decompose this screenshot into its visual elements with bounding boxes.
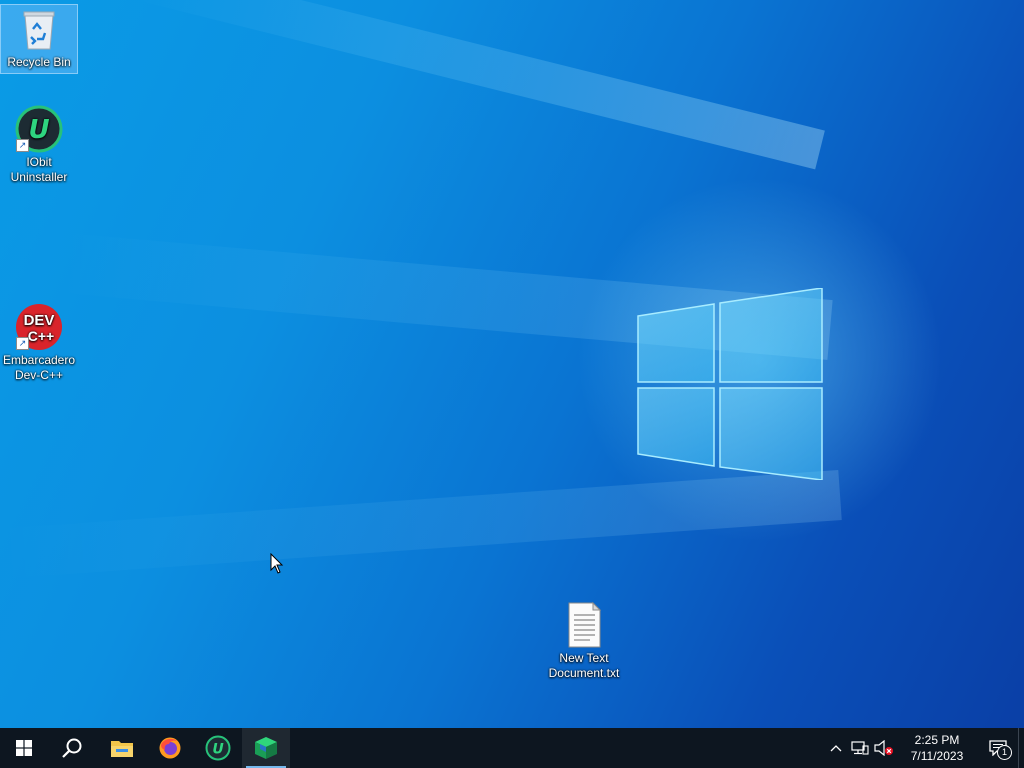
windows-start-icon — [16, 740, 32, 756]
desktop-icon-label: Recycle Bin — [7, 55, 71, 69]
taskbar-iobit-uninstaller[interactable]: U — [194, 728, 242, 768]
desktop-icon-label: New Text Document.txt — [548, 651, 620, 680]
iobit-uninstaller-icon: U ↗ — [15, 105, 63, 153]
taskbar: U 2:25 PM 7/11/2023 1 — [0, 728, 1024, 768]
recycle-bin-icon — [15, 5, 63, 53]
start-button[interactable] — [0, 728, 48, 768]
network-icon — [851, 741, 869, 755]
windows-logo-wallpaper — [637, 288, 823, 480]
mouse-cursor-icon — [270, 553, 284, 574]
network-button[interactable] — [848, 728, 872, 768]
desktop-icon-recycle-bin[interactable]: Recycle Bin — [0, 4, 78, 74]
chevron-up-icon — [830, 745, 842, 752]
desktop-icon-dev-cpp[interactable]: DEV C++ ↗ Embarcadero Dev-C++ — [1, 303, 77, 383]
action-center-button[interactable]: 1 — [978, 728, 1018, 768]
clock-time: 2:25 PM — [914, 733, 960, 747]
search-icon — [62, 738, 82, 758]
desktop-icon-new-text-document[interactable]: New Text Document.txt — [546, 601, 622, 681]
shortcut-arrow-icon: ↗ — [16, 139, 29, 152]
desktop-icon-iobit-uninstaller[interactable]: U ↗ IObit Uninstaller — [1, 105, 77, 185]
desktop-icon-label: IObit Uninstaller — [10, 155, 68, 184]
green-cube-icon — [255, 737, 277, 759]
notification-count-badge: 1 — [997, 745, 1012, 760]
volume-muted-icon — [874, 740, 893, 756]
wallpaper-light-beam — [0, 470, 842, 579]
firefox-icon — [159, 737, 181, 759]
clock-date: 7/11/2023 — [910, 749, 964, 763]
volume-button[interactable] — [872, 728, 896, 768]
taskbar-app-cube[interactable] — [242, 728, 290, 768]
text-document-icon — [560, 601, 608, 649]
svg-text:DEV: DEV — [24, 312, 55, 329]
wallpaper-light-beam — [135, 0, 825, 170]
search-button[interactable] — [48, 728, 96, 768]
clock[interactable]: 2:25 PM 7/11/2023 — [896, 732, 978, 764]
show-hidden-icons-button[interactable] — [824, 728, 848, 768]
taskbar-firefox[interactable] — [146, 728, 194, 768]
desktop[interactable]: Recycle Bin U ↗ IObit Uninstaller DEV C+… — [0, 0, 1024, 728]
iobit-uninstaller-icon: U — [205, 735, 231, 761]
desktop-icon-label: Embarcadero Dev-C++ — [2, 353, 76, 382]
taskbar-file-explorer[interactable] — [98, 728, 146, 768]
svg-text:U: U — [212, 742, 224, 758]
folder-icon — [111, 741, 133, 757]
svg-text:U: U — [28, 115, 49, 145]
system-tray: 2:25 PM 7/11/2023 1 — [824, 728, 1024, 768]
dev-cpp-icon: DEV C++ ↗ — [15, 303, 63, 351]
show-desktop-button[interactable] — [1018, 728, 1024, 768]
svg-text:C++: C++ — [28, 328, 54, 344]
shortcut-arrow-icon: ↗ — [16, 337, 29, 350]
